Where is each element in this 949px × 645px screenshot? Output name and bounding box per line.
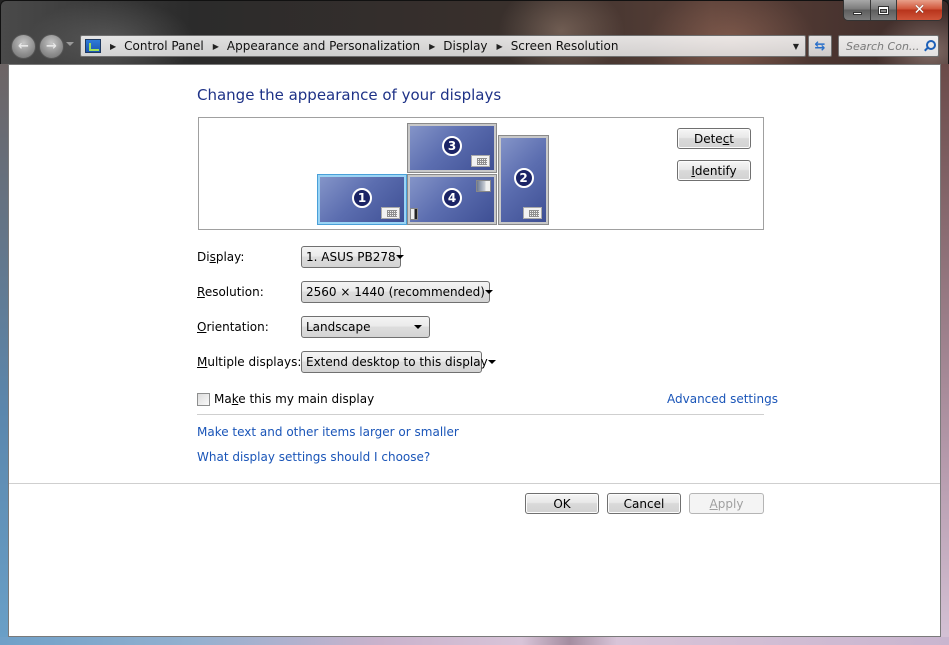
- breadcrumb-appearance-and-personalization[interactable]: Appearance and Personalization: [227, 39, 420, 53]
- chevron-down-icon: [487, 360, 496, 364]
- apply-label-accel: A: [709, 496, 718, 511]
- breadcrumb-separator-icon[interactable]: ▶: [110, 42, 116, 51]
- address-bar[interactable]: ▶ Control Panel ▶ Appearance and Persona…: [80, 35, 806, 57]
- multiple-displays-select[interactable]: Extend desktop to this display: [301, 351, 496, 373]
- close-icon: ✕: [913, 2, 926, 18]
- taskbar-icon: [410, 208, 418, 220]
- label-text: ultiple displays:: [207, 355, 302, 369]
- label-text: Ma: [214, 392, 232, 406]
- forward-button[interactable]: →: [39, 34, 64, 59]
- address-history-dropdown-icon[interactable]: ▼: [787, 42, 805, 51]
- apply-button[interactable]: Apply: [689, 493, 764, 514]
- window-border-left: [0, 64, 8, 645]
- detect-label-post: t: [729, 131, 735, 146]
- refresh-button[interactable]: ⇆: [808, 35, 832, 57]
- search-input[interactable]: [846, 39, 922, 53]
- minimize-button[interactable]: [844, 0, 871, 20]
- chevron-down-icon: [484, 290, 493, 294]
- label-accel: M: [197, 355, 208, 369]
- monitor-number-badge: 1: [352, 187, 372, 208]
- ok-button[interactable]: OK: [525, 493, 599, 514]
- resolution-label: Resolution:: [197, 285, 264, 299]
- close-button[interactable]: ✕: [897, 0, 942, 20]
- cancel-button[interactable]: Cancel: [607, 493, 681, 514]
- advanced-settings-link[interactable]: Advanced settings: [667, 392, 778, 406]
- recent-pages-dropdown[interactable]: [66, 42, 74, 46]
- resolution-select-value: 2560 × 1440 (recommended): [306, 285, 485, 299]
- back-arrow-icon: ←: [18, 39, 29, 54]
- gadget-icon: [476, 180, 491, 192]
- breadcrumb-separator-icon[interactable]: ▶: [497, 42, 503, 51]
- text-size-link[interactable]: Make text and other items larger or smal…: [197, 425, 459, 439]
- control-panel-icon: [85, 39, 101, 53]
- maximize-button[interactable]: [871, 0, 897, 20]
- breadcrumb-display[interactable]: Display: [443, 39, 487, 53]
- label-text: Di: [197, 250, 210, 264]
- multiple-displays-select-value: Extend desktop to this display: [306, 355, 488, 369]
- label-text: play:: [215, 250, 245, 264]
- monitor-3[interactable]: 3: [407, 123, 497, 173]
- monitor-number-badge: 4: [442, 187, 462, 208]
- monitor-1[interactable]: 1: [317, 174, 407, 225]
- back-button[interactable]: ←: [11, 34, 36, 59]
- identify-label-post: dentify: [694, 163, 737, 178]
- main-display-checkbox[interactable]: [197, 393, 210, 406]
- caption-buttons: ✕: [843, 0, 943, 21]
- section-divider: [197, 414, 764, 415]
- orientation-label: Orientation:: [197, 320, 269, 334]
- display-settings-help-link[interactable]: What display settings should I choose?: [197, 450, 430, 464]
- monitor-number-badge: 2: [513, 168, 534, 188]
- orientation-select[interactable]: Landscape: [301, 316, 430, 338]
- resolution-select[interactable]: 2560 × 1440 (recommended): [301, 281, 493, 303]
- breadcrumb-control-panel[interactable]: Control Panel: [124, 39, 204, 53]
- label-text: rientation:: [206, 320, 269, 334]
- keypad-icon: [471, 155, 490, 167]
- display-label: Display:: [197, 250, 244, 264]
- monitor-2[interactable]: 2: [498, 135, 549, 225]
- forward-arrow-icon: →: [46, 39, 57, 54]
- search-icon[interactable]: [922, 39, 936, 53]
- window-border-bottom: [0, 637, 949, 645]
- keypad-icon: [381, 207, 400, 219]
- refresh-icon: ⇆: [814, 38, 826, 54]
- minimize-icon: [852, 11, 862, 15]
- apply-label-post: pply: [717, 496, 744, 511]
- chevron-down-icon: [395, 255, 404, 259]
- display-select[interactable]: 1. ASUS PB278: [301, 246, 404, 268]
- label-text: e this my main display: [238, 392, 375, 406]
- identify-button[interactable]: Identify: [677, 160, 751, 181]
- detect-label-accel: c: [722, 131, 730, 146]
- label-text: esolution:: [204, 285, 264, 299]
- breadcrumb-separator-icon[interactable]: ▶: [213, 42, 219, 51]
- chevron-down-icon: [414, 325, 422, 329]
- breadcrumb-screen-resolution[interactable]: Screen Resolution: [511, 39, 619, 53]
- main-display-checkbox-label[interactable]: Make this my main display: [214, 392, 374, 406]
- keypad-icon: [523, 207, 542, 219]
- detect-button[interactable]: Dete c t: [677, 128, 751, 149]
- footer-divider: [9, 483, 940, 484]
- content-pane: Change the appearance of your displays 1…: [8, 64, 941, 637]
- display-select-value: 1. ASUS PB278: [306, 250, 396, 264]
- search-box[interactable]: [838, 35, 939, 57]
- monitor-number-badge: 3: [442, 136, 462, 156]
- breadcrumb-separator-icon[interactable]: ▶: [429, 42, 435, 51]
- window-border-right: [941, 64, 949, 645]
- label-accel: R: [197, 285, 205, 299]
- maximize-icon: [878, 5, 889, 15]
- orientation-select-value: Landscape: [306, 320, 371, 334]
- multiple-displays-label: Multiple displays:: [197, 355, 301, 369]
- monitor-4[interactable]: 4: [407, 174, 497, 225]
- page-title: Change the appearance of your displays: [197, 86, 502, 104]
- detect-label-pre: Dete: [693, 131, 723, 146]
